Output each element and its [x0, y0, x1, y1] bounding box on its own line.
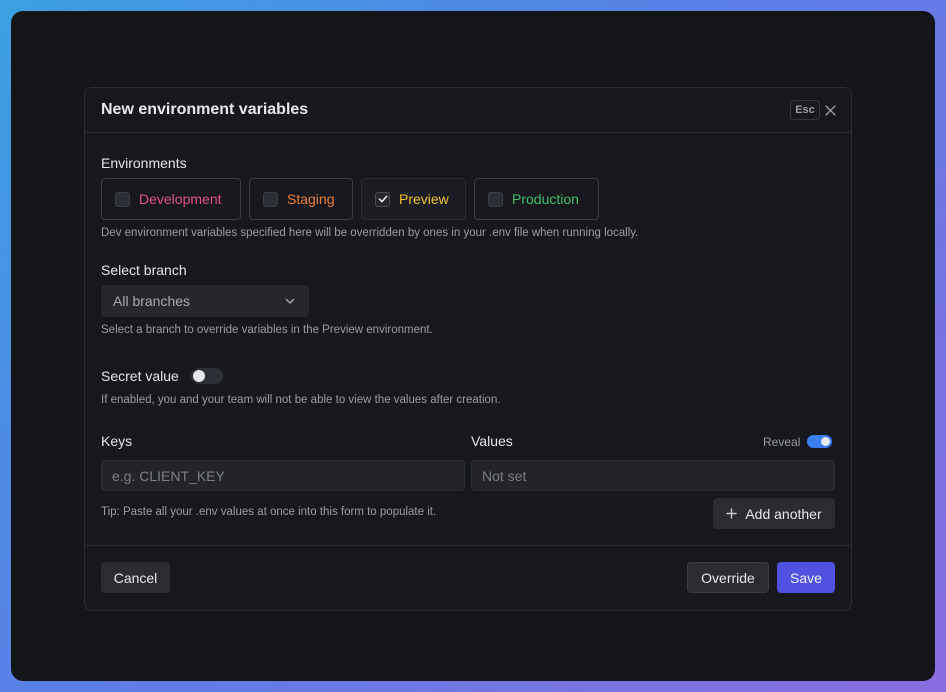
paste-tip: Tip: Paste all your .env values at once …: [101, 506, 437, 518]
branch-hint: Select a branch to override variables in…: [101, 324, 433, 336]
plus-icon: [726, 508, 738, 519]
production-checkbox[interactable]: [488, 191, 503, 207]
secret-value-label: Secret value: [101, 368, 179, 384]
chevron-down-icon: [285, 298, 295, 304]
env-option-development[interactable]: Development: [101, 178, 241, 220]
add-another-button[interactable]: Add another: [713, 498, 835, 529]
esc-shortcut-badge: Esc: [790, 100, 820, 120]
staging-checkbox[interactable]: [263, 191, 278, 207]
override-button[interactable]: Override: [687, 562, 769, 593]
env-option-staging[interactable]: Staging: [249, 178, 353, 220]
env-option-production[interactable]: Production: [474, 178, 599, 220]
env-option-label: Staging: [287, 191, 335, 207]
secret-value-toggle[interactable]: [191, 368, 223, 384]
save-button[interactable]: Save: [777, 562, 835, 593]
toggle-knob: [193, 370, 205, 382]
reveal-toggle[interactable]: [807, 435, 832, 448]
dialog-title: New environment variables: [101, 101, 309, 118]
preview-checkbox[interactable]: [375, 191, 390, 207]
new-env-vars-dialog: New environment variables Esc Environmen…: [84, 87, 852, 611]
app-window: New environment variables Esc Environmen…: [11, 11, 935, 681]
select-branch-label: Select branch: [101, 262, 187, 278]
dialog-header: New environment variables Esc: [85, 88, 851, 133]
env-option-label: Development: [139, 191, 222, 207]
environments-hint: Dev environment variables specified here…: [101, 227, 639, 239]
key-input[interactable]: e.g. CLIENT_KEY: [101, 460, 465, 491]
env-option-label: Production: [512, 191, 579, 207]
value-input[interactable]: Not set: [471, 460, 835, 491]
keys-label: Keys: [101, 433, 133, 449]
close-icon[interactable]: [825, 105, 836, 116]
cancel-button[interactable]: Cancel: [101, 562, 170, 593]
branch-select[interactable]: All branches: [101, 285, 309, 317]
value-input-placeholder: Not set: [482, 467, 527, 484]
toggle-knob: [821, 437, 830, 446]
env-option-preview[interactable]: Preview: [361, 178, 466, 220]
checkmark-icon: [378, 195, 387, 203]
reveal-label: Reveal: [763, 435, 801, 449]
footer-divider: [85, 545, 851, 546]
secret-hint: If enabled, you and your team will not b…: [101, 394, 501, 406]
values-label: Values: [471, 433, 513, 449]
key-input-placeholder: e.g. CLIENT_KEY: [112, 467, 225, 484]
development-checkbox[interactable]: [115, 191, 130, 207]
environments-label: Environments: [101, 155, 187, 171]
add-another-label: Add another: [745, 505, 822, 522]
env-option-label: Preview: [399, 191, 449, 207]
branch-select-value: All branches: [113, 293, 191, 309]
